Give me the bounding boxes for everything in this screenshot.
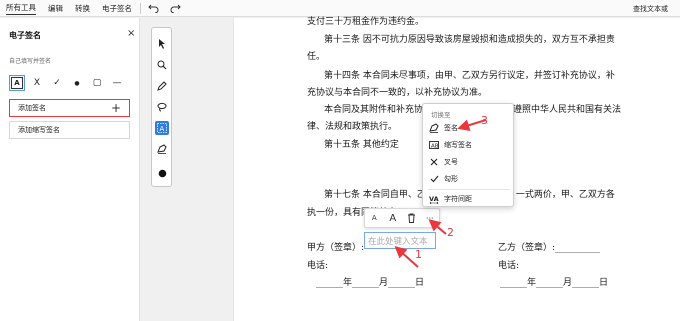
menu-item-label: 字符间距 [444,195,472,203]
callout-number-2: 2 [447,226,454,239]
text-input-placeholder: 在此处键入文本 [368,236,428,247]
pen-icon[interactable] [155,79,169,93]
menu-divider [428,189,510,190]
stamp-row: A X ✓ ● ▢ — [9,75,129,91]
switch-to-menu: 切换至 签名 AB 缩写签名 叉号 勾形 VA 字符间距 [422,103,514,207]
menu-item-cross[interactable]: 叉号 [429,155,511,169]
dot-icon[interactable] [155,166,169,180]
check-stamp-button[interactable]: ✓ [49,75,65,91]
menu-convert[interactable]: 转换 [75,3,90,14]
menu-item-label: 缩写签名 [444,141,472,149]
menu-header: 切换至 [431,111,451,119]
doc-line: 第十三条 因不可抗力原因导致该房屋毁损和造成损失的，双方互不承担责 [324,35,615,45]
line-stamp-button[interactable]: — [109,75,125,91]
tool-strip: A [151,27,172,187]
doc-line: 任。 [307,52,326,62]
doc-line: 支付三十万租金作为违约金。 [307,17,425,27]
menu-item-initials[interactable]: AB 缩写签名 [429,138,511,152]
more-options-button[interactable]: ··· [421,209,440,227]
initials-icon: AB [429,140,439,150]
undo-icon[interactable] [145,0,161,16]
doc-line: 律、法规和政策执行。 [307,122,398,132]
date-b-line: ______年______月______日 [500,278,609,288]
menu-item-check[interactable]: 勾形 [429,172,511,186]
menu-item-label: 叉号 [444,158,458,166]
party-b-label: 乙方（签章）:__________ [498,243,601,253]
svg-text:VA: VA [429,195,439,203]
lasso-icon[interactable] [155,100,169,114]
party-a-label: 甲方（签章）: [307,243,365,253]
callout-number-1: 1 [415,248,422,261]
menu-item-label: 勾形 [444,175,458,183]
svg-text:AB: AB [431,144,439,150]
char-spacing-icon: VA [429,194,439,204]
increase-font-button[interactable]: A [384,209,403,227]
add-signature-button[interactable]: 添加签名 + [9,99,130,117]
zoom-icon[interactable] [155,58,169,72]
callout-number-3: 3 [481,114,488,127]
date-a-line: ______年______月______日 [316,278,425,288]
cross-stamp-button[interactable]: X [29,75,45,91]
signature-icon [429,123,439,133]
dot-stamp-button[interactable]: ● [69,75,85,91]
check-icon [429,174,439,184]
text-input-field[interactable]: 在此处键入文本 [364,232,436,249]
text-stamp-icon: A [11,77,23,89]
text-select-icon[interactable]: A [155,121,169,135]
rect-stamp-button[interactable]: ▢ [89,75,105,91]
doc-line: 第十四条 本合同未尽事项，由甲、乙双方另行议定，并签订补充协议，补 [324,71,615,81]
add-initials-label: 添加缩写签名 [18,126,60,134]
add-initials-button[interactable]: 添加缩写签名 [9,121,130,139]
menu-e-signature[interactable]: 电子签名 [102,3,132,14]
doc-line: 充协议与本合同不一致的，以补充协议为准。 [307,88,488,98]
cross-icon [429,157,439,167]
phone-b-label: 电话: [498,261,520,271]
menu-item-label: 签名 [444,124,458,132]
menu-divider [140,2,141,14]
stamp-icon[interactable] [155,142,169,156]
menu-edit[interactable]: 编辑 [48,3,63,14]
redo-icon[interactable] [167,0,183,16]
menu-all-tools[interactable]: 所有工具 [6,2,36,15]
search-text-hint[interactable]: 查找文本或 [633,4,668,14]
decrease-font-button[interactable]: A [365,209,384,227]
phone-a-label: 电话: [307,261,329,271]
add-signature-label: 添加签名 [18,104,46,112]
panel-hint: 自己填写并签名 [9,58,52,65]
plus-icon: + [110,101,121,115]
pointer-icon[interactable] [155,37,169,51]
signature-panel: 电子签名 × 自己填写并签名 A X ✓ ● ▢ — 添加签名 + 添加缩写签名 [0,18,140,321]
svg-text:A: A [160,125,165,133]
panel-title: 电子签名 [9,31,41,40]
trash-icon[interactable] [402,209,421,227]
menu-item-char-spacing[interactable]: VA 字符间距 [429,192,511,206]
menu-item-signature[interactable]: 签名 [429,121,511,135]
text-stamp-button[interactable]: A [9,75,25,91]
doc-line: 第十五条 其他约定 [324,140,399,150]
text-field-toolbar: A A ··· [364,208,440,228]
close-icon[interactable]: × [127,28,135,39]
